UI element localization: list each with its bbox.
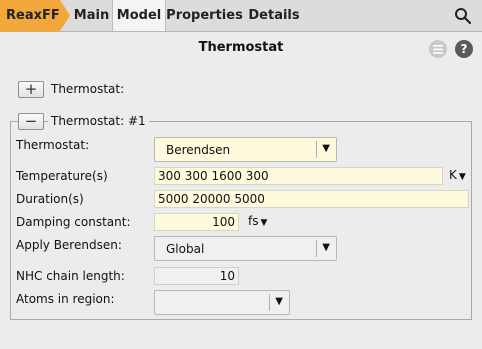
temperature-input[interactable]: 300 300 1600 300: [154, 167, 443, 185]
menu-icon[interactable]: [429, 40, 447, 58]
help-icon[interactable]: ?: [455, 40, 473, 58]
damping-unit: fs: [248, 214, 259, 228]
menu-lines-icon: [433, 44, 443, 54]
tab-main[interactable]: Main: [71, 0, 112, 31]
dropdown-arrow-icon: ▼: [322, 242, 330, 253]
tab-bar: ReaxFF Main Model Properties Details: [0, 0, 482, 32]
atoms-in-region-select[interactable]: ▼: [154, 290, 290, 315]
damping-unit-select[interactable]: fs ▼: [248, 214, 267, 228]
tab-model[interactable]: Model: [112, 0, 166, 31]
combo-separator: [269, 294, 270, 311]
duration-label: Duration(s): [16, 192, 84, 206]
combo-separator: [316, 240, 317, 257]
add-thermostat-button[interactable]: +: [18, 81, 44, 98]
help-icon-glyph: ?: [460, 42, 468, 56]
remove-thermostat-button[interactable]: −: [18, 113, 44, 130]
group-title: Thermostat: #1: [48, 114, 149, 128]
dropdown-arrow-icon: ▼: [322, 143, 330, 154]
nhc-chain-length-label: NHC chain length:: [16, 269, 125, 283]
damping-input[interactable]: 100: [154, 213, 239, 231]
duration-input[interactable]: 5000 20000 5000: [154, 190, 469, 208]
dropdown-arrow-icon: ▼: [260, 218, 268, 228]
atoms-in-region-label: Atoms in region:: [16, 292, 115, 306]
damping-label: Damping constant:: [16, 215, 131, 229]
apply-berendsen-label: Apply Berendsen:: [16, 238, 122, 252]
plus-icon: +: [24, 80, 38, 98]
tab-model-label: Model: [116, 8, 162, 23]
combo-separator: [316, 141, 317, 158]
temperature-unit: K: [449, 168, 457, 182]
tab-main-label: Main: [73, 8, 110, 23]
nhc-chain-length-input[interactable]: 10: [154, 267, 239, 285]
apply-berendsen-select[interactable]: Global ▼: [154, 236, 337, 261]
tab-details[interactable]: Details: [245, 0, 303, 31]
app-tab-label: ReaxFF: [6, 8, 60, 23]
tab-properties[interactable]: Properties: [165, 0, 244, 31]
search-icon[interactable]: [454, 7, 472, 25]
collapsed-thermostat-label: Thermostat:: [51, 82, 125, 96]
app-tab-reaxff[interactable]: ReaxFF: [0, 0, 70, 31]
dropdown-arrow-icon: ▼: [458, 172, 466, 182]
thermostat-type-select[interactable]: Berendsen ▼: [154, 137, 337, 162]
thermostat-type-label: Thermostat:: [16, 138, 90, 152]
tab-properties-label: Properties: [166, 8, 243, 23]
temperature-label: Temperature(s): [16, 169, 108, 183]
temperature-unit-select[interactable]: K ▼: [449, 168, 466, 182]
dropdown-arrow-icon: ▼: [275, 296, 283, 307]
apply-berendsen-value: Global: [166, 242, 205, 256]
page-title: Thermostat: [198, 40, 284, 55]
thermostat-type-value: Berendsen: [166, 143, 231, 157]
minus-icon: −: [24, 112, 38, 130]
tab-details-label: Details: [248, 8, 300, 23]
